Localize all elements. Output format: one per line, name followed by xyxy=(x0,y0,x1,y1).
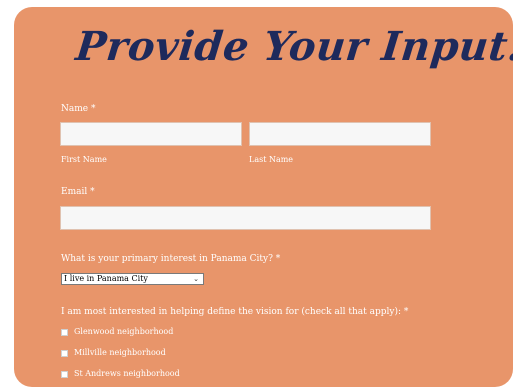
checkbox-label: Glenwood neighborhood xyxy=(74,327,174,336)
checkbox-label: Millville neighborhood xyxy=(74,348,166,357)
form-title: Provide Your Input! xyxy=(73,23,513,70)
interest-selected-value: I live in Panama City xyxy=(64,274,148,283)
checkbox-st-andrews[interactable] xyxy=(61,371,68,378)
name-label: Name * xyxy=(61,104,96,114)
vision-label: I am most interested in helping define t… xyxy=(61,307,409,317)
interest-label: What is your primary interest in Panama … xyxy=(61,254,281,264)
email-input[interactable] xyxy=(60,206,431,230)
form-card: Provide Your Input! Name * First Name La… xyxy=(14,7,513,387)
chevron-down-icon: ⌄ xyxy=(193,275,199,283)
first-name-sublabel: First Name xyxy=(61,155,107,164)
checkbox-label: St Andrews neighborhood xyxy=(74,369,180,378)
checkbox-millville[interactable] xyxy=(61,350,68,357)
interest-select[interactable]: I live in Panama City ⌄ xyxy=(61,273,204,285)
email-label: Email * xyxy=(61,187,95,197)
last-name-sublabel: Last Name xyxy=(249,155,294,164)
last-name-input[interactable] xyxy=(249,122,431,146)
first-name-input[interactable] xyxy=(60,122,242,146)
checkbox-glenwood[interactable] xyxy=(61,329,68,336)
